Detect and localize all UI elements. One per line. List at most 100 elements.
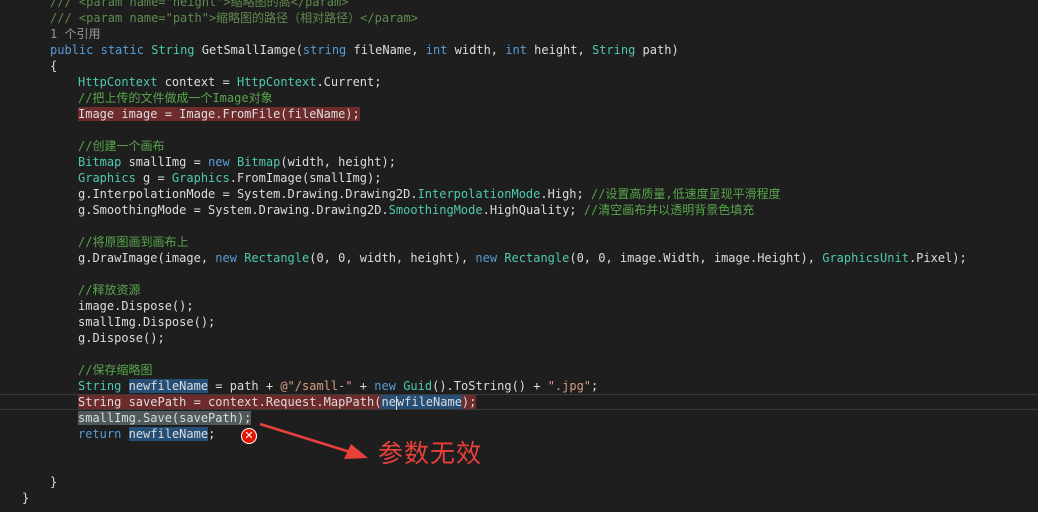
code-line[interactable] [0, 218, 1038, 234]
code-token: (0, 0, image.Width, image.Height), [569, 251, 823, 265]
code-token: ; [591, 379, 599, 393]
code-token: newfileName [128, 379, 209, 393]
code-line[interactable]: g.DrawImage(image, new Rectangle(0, 0, w… [0, 250, 1038, 266]
code-line[interactable]: /// <param name="height">缩略图的高</param> [0, 0, 1038, 10]
code-token: (0, 0, width, height), [309, 251, 476, 265]
code-token: return [78, 427, 122, 441]
code-comment: //创建一个画布 [78, 139, 165, 153]
error-icon[interactable]: ✕ [241, 428, 257, 444]
code-line[interactable]: image.Dispose(); [0, 298, 1038, 314]
code-token: String [78, 379, 122, 393]
code-line[interactable]: //把上传的文件做成一个Image对象 [0, 90, 1038, 106]
code-token: g.DrawImage(image, [78, 251, 216, 265]
code-token: String [151, 43, 195, 57]
code-line[interactable]: Graphics g = Graphics.FromImage(smallImg… [0, 170, 1038, 186]
code-token: .Current; [316, 75, 382, 89]
code-token: context = [157, 75, 237, 89]
code-comment: //清空画布并以透明背景色填充 [583, 203, 755, 217]
code-token: Graphics [171, 171, 230, 185]
code-token: + [352, 379, 375, 393]
code-token: ".jpg" [547, 379, 592, 393]
code-editor[interactable]: /// <param name="height">缩略图的高</param> //… [0, 0, 1038, 512]
code-token: InterpolationMode [417, 187, 541, 201]
annotation-label: 参数无效 [378, 439, 483, 468]
code-line[interactable]: } [0, 490, 1038, 506]
code-token: new [208, 155, 230, 169]
code-line[interactable] [0, 122, 1038, 138]
code-line[interactable]: 1 个引用 [0, 26, 1038, 42]
code-token: ); [461, 395, 477, 409]
code-comment: //设置高质量,低速度呈现平滑程度 [590, 187, 781, 201]
code-token: Image image = Image.FromFile(fileName); [78, 107, 360, 121]
code-line[interactable]: String savePath = context.Request.MapPat… [0, 394, 1038, 410]
code-line[interactable]: g.Dispose(); [0, 330, 1038, 346]
code-token: fileName, [346, 43, 426, 57]
code-line[interactable]: public static String GetSmallIamge(strin… [0, 42, 1038, 58]
code-token: int [505, 43, 527, 57]
code-comment: //将原图画到画布上 [78, 235, 189, 249]
code-comment: //保存缩略图 [78, 363, 153, 377]
code-token: path) [635, 43, 679, 57]
code-token: smallImg = [121, 155, 209, 169]
code-token: new [374, 379, 396, 393]
code-token: g = [135, 171, 172, 185]
code-token: } [22, 491, 30, 505]
code-line[interactable]: g.InterpolationMode = System.Drawing.Dra… [0, 186, 1038, 202]
code-line[interactable]: //将原图画到画布上 [0, 234, 1038, 250]
code-token: Rectangle [244, 251, 310, 265]
code-line[interactable]: } [0, 474, 1038, 490]
code-token: static [100, 43, 144, 57]
code-token: (width, height); [280, 155, 396, 169]
code-line[interactable]: //保存缩略图 [0, 362, 1038, 378]
code-token: HttpContext [78, 75, 158, 89]
code-line[interactable] [0, 458, 1038, 474]
code-token: .High; [540, 187, 591, 201]
code-line[interactable] [0, 266, 1038, 282]
code-line[interactable]: HttpContext context = HttpContext.Curren… [0, 74, 1038, 90]
code-token: height, [526, 43, 592, 57]
code-line[interactable]: smallImg.Dispose(); [0, 314, 1038, 330]
code-line[interactable]: return newfileName; [0, 426, 1038, 442]
code-token: public [50, 43, 94, 57]
code-line[interactable]: { [0, 58, 1038, 74]
code-token: smallImg.Dispose(); [78, 315, 216, 329]
code-line[interactable]: g.SmoothingMode = System.Drawing.Drawing… [0, 202, 1038, 218]
code-token: @"/samll-" [280, 379, 353, 393]
code-token: g.SmoothingMode = System.Drawing.Drawing… [78, 203, 389, 217]
code-token: g.InterpolationMode = System.Drawing.Dra… [78, 187, 418, 201]
code-line[interactable] [0, 442, 1038, 458]
code-token: string [302, 43, 347, 57]
code-line[interactable]: String newfileName = path + @"/samll-" +… [0, 378, 1038, 394]
code-line[interactable]: //创建一个画布 [0, 138, 1038, 154]
code-line[interactable]: Image image = Image.FromFile(fileName); [0, 106, 1038, 122]
codelens-reference-count[interactable]: 1 个引用 [50, 27, 100, 41]
code-token: /// <param name="height">缩略图的高</param> [50, 0, 349, 9]
code-comment: //释放资源 [78, 283, 141, 297]
code-token: { [50, 59, 58, 73]
code-token: Bitmap [78, 155, 122, 169]
code-token: GetSmallIamge( [194, 43, 303, 57]
code-token: ; [208, 427, 216, 441]
code-token: Rectangle [504, 251, 570, 265]
code-comment: //把上传的文件做成一个Image对象 [78, 91, 273, 105]
code-token: .HighQuality; [482, 203, 584, 217]
code-token: /// <param name="path">缩略图的路径（相对路径）</par… [50, 11, 418, 25]
code-token: .FromImage(smallImg); [229, 171, 382, 185]
code-token: } [50, 475, 58, 489]
code-token: g.Dispose(); [78, 331, 165, 345]
code-line[interactable]: //释放资源 [0, 282, 1038, 298]
code-token: Guid [403, 379, 433, 393]
code-token: ne [381, 395, 396, 409]
code-line[interactable]: smallImg.Save(savePath); [0, 410, 1038, 426]
code-line[interactable] [0, 346, 1038, 362]
code-token: GraphicsUnit [822, 251, 909, 265]
code-token: int [425, 43, 448, 57]
code-token: wfileName [396, 395, 462, 409]
code-token: = path + [208, 379, 281, 393]
code-line[interactable]: /// <param name="path">缩略图的路径（相对路径）</par… [0, 10, 1038, 26]
code-line[interactable]: Bitmap smallImg = new Bitmap(width, heig… [0, 154, 1038, 170]
